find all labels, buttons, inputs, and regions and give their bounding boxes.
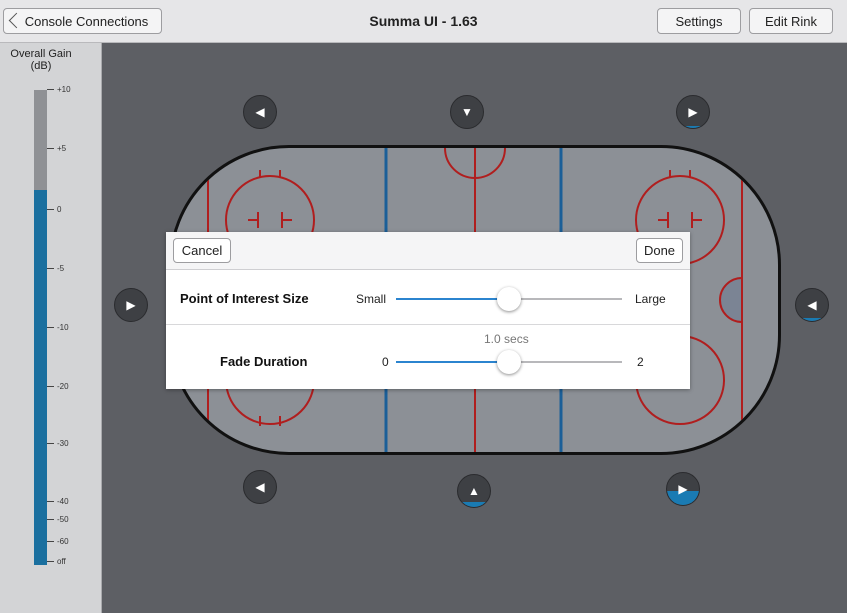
overall-gain-meter[interactable]: Overall Gain (dB) +10 +5 0 -5 -10 -20 -3… xyxy=(0,43,102,613)
fade-min-label: 0 xyxy=(382,355,389,369)
overall-gain-title: Overall Gain (dB) xyxy=(0,48,82,72)
poi-min-label: Small xyxy=(356,292,387,306)
overall-gain-title-line2: (dB) xyxy=(30,60,52,72)
speaker-top-right-button[interactable]: ▶ xyxy=(676,95,710,129)
arrow-right-icon: ▶ xyxy=(678,482,688,496)
gain-tick: off xyxy=(47,557,66,567)
gain-tick: 0 xyxy=(47,205,61,215)
gain-tick: -40 xyxy=(47,497,69,507)
console-connections-button[interactable]: Console Connections xyxy=(3,8,162,34)
popover-header: Cancel Done xyxy=(166,232,690,270)
fade-duration-slider[interactable] xyxy=(396,350,622,374)
gain-tick: +5 xyxy=(47,144,66,154)
goal-crease xyxy=(719,276,743,324)
gain-tick: -30 xyxy=(47,439,69,449)
arrow-right-icon: ▶ xyxy=(688,105,698,119)
speaker-left-button[interactable]: ▶ xyxy=(114,288,148,322)
speaker-top-left-button[interactable]: ◀ xyxy=(243,95,277,129)
done-button[interactable]: Done xyxy=(636,238,683,263)
top-bar: Console Connections Summa UI - 1.63 Sett… xyxy=(0,0,847,43)
settings-button[interactable]: Settings xyxy=(657,8,741,34)
poi-size-slider[interactable] xyxy=(396,287,622,311)
fade-slider-thumb[interactable] xyxy=(497,350,521,374)
settings-popover: Cancel Done Point of Interest Size Small… xyxy=(166,232,690,389)
edit-rink-button[interactable]: Edit Rink xyxy=(749,8,833,34)
speaker-top-center-button[interactable]: ▼ xyxy=(450,95,484,129)
fade-duration-readout: 1.0 secs xyxy=(484,332,529,346)
speaker-bottom-right-button[interactable]: ▶ xyxy=(666,472,700,506)
gain-tick: -5 xyxy=(47,264,64,274)
overall-gain-title-line1: Overall Gain xyxy=(10,48,72,60)
cancel-button[interactable]: Cancel xyxy=(173,238,231,263)
gain-tick: -10 xyxy=(47,323,69,333)
arrow-down-left-icon: ◀ xyxy=(255,480,265,494)
arrow-left-icon: ◀ xyxy=(807,298,817,312)
fade-max-label: 2 xyxy=(637,355,644,369)
arrow-up-icon: ▲ xyxy=(468,484,480,498)
poi-max-label: Large xyxy=(635,292,666,306)
arrow-right-icon: ▶ xyxy=(126,298,136,312)
arrow-left-icon: ◀ xyxy=(255,105,265,119)
gain-tick: -50 xyxy=(47,515,69,525)
chevron-left-icon xyxy=(8,12,25,29)
speaker-bottom-left-button[interactable]: ◀ xyxy=(243,470,277,504)
console-connections-label: Console Connections xyxy=(24,13,149,29)
fade-slider-fill xyxy=(396,361,509,363)
arrow-down-icon: ▼ xyxy=(461,105,473,119)
fade-duration-label: Fade Duration xyxy=(220,354,308,369)
gain-tick: +10 xyxy=(47,85,71,95)
gain-meter-level xyxy=(34,189,47,565)
gain-tick: -60 xyxy=(47,537,69,547)
speaker-right-button[interactable]: ◀ xyxy=(795,288,829,322)
speaker-bottom-center-button[interactable]: ▲ xyxy=(457,474,491,508)
gain-meter-track[interactable] xyxy=(34,90,47,565)
poi-slider-thumb[interactable] xyxy=(497,287,521,311)
poi-slider-fill xyxy=(396,298,509,300)
poi-size-label: Point of Interest Size xyxy=(180,291,309,306)
row-divider xyxy=(166,324,690,325)
gain-tick: -20 xyxy=(47,382,69,392)
